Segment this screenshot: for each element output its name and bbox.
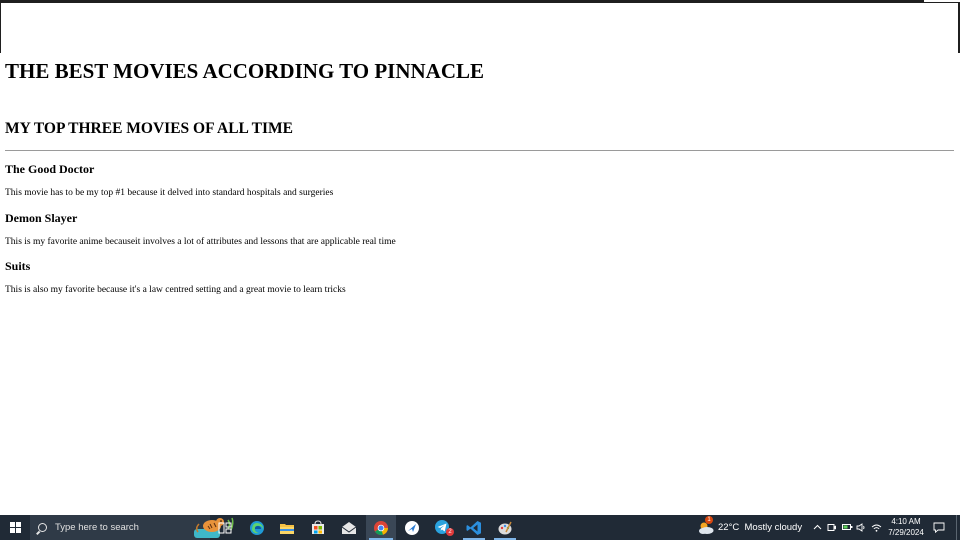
- file-explorer-taskbar-button[interactable]: [273, 515, 301, 540]
- task-view-button[interactable]: [211, 515, 239, 540]
- horizontal-rule: [5, 150, 954, 151]
- page-subtitle: MY TOP THREE MOVIES OF ALL TIME: [5, 120, 293, 137]
- movie-description-3: This is also my favorite because it's a …: [5, 285, 346, 295]
- window-corner-border: [924, 2, 960, 3]
- edge-icon: [250, 520, 264, 535]
- search-placeholder: Type here to search: [55, 522, 139, 533]
- vscode-taskbar-button[interactable]: [460, 515, 488, 540]
- clock-time: 4:10 AM: [891, 517, 921, 526]
- file-explorer-icon: [280, 523, 294, 534]
- clock-date: 7/29/2024: [888, 528, 924, 537]
- feather-app-taskbar-button[interactable]: [398, 515, 426, 540]
- taskbar: Type here to search 2 1 22°C Mostly clou…: [0, 515, 960, 540]
- weather-condition: Mostly cloudy: [744, 522, 803, 533]
- start-button[interactable]: [0, 515, 30, 540]
- vscode-icon: [466, 520, 481, 535]
- window-top-border: [0, 0, 924, 3]
- microsoft-store-icon: [312, 519, 324, 534]
- chevron-up-icon: [813, 524, 821, 530]
- mail-icon: [341, 521, 357, 534]
- volume-tray-button[interactable]: [855, 521, 867, 533]
- paint-icon: [498, 521, 512, 534]
- weather-widget-button[interactable]: 1: [694, 515, 718, 540]
- paint-taskbar-button[interactable]: [491, 515, 519, 540]
- telegram-unread-badge: 2: [446, 528, 454, 536]
- taskbar-search-box[interactable]: Type here to search: [30, 515, 234, 540]
- network-tray-button[interactable]: [870, 521, 882, 533]
- movie-description-2: This is my favorite anime becauseit invo…: [5, 237, 396, 247]
- feather-app-icon: [405, 520, 419, 535]
- task-view-icon: [218, 522, 232, 533]
- taskbar-clock[interactable]: 4:10 AM 7/29/2024: [884, 516, 928, 539]
- search-icon: [38, 523, 47, 532]
- mail-taskbar-button[interactable]: [335, 515, 363, 540]
- chrome-taskbar-button[interactable]: [366, 515, 396, 540]
- meet-now-tray-button[interactable]: [826, 521, 838, 533]
- battery-tray-button[interactable]: [841, 521, 853, 533]
- chrome-icon: [374, 520, 388, 535]
- microsoft-store-taskbar-button[interactable]: [304, 515, 332, 540]
- movie-description-1: This movie has to be my top #1 because i…: [5, 188, 334, 198]
- windows-logo-icon: [9, 522, 21, 533]
- battery-charging-icon: [841, 524, 852, 530]
- action-center-button[interactable]: [933, 521, 945, 533]
- telegram-taskbar-button[interactable]: 2: [429, 515, 457, 540]
- weather-alert-badge: 1: [705, 516, 713, 524]
- movie-title-2: Demon Slayer: [5, 211, 78, 225]
- notification-icon: [933, 522, 945, 533]
- speaker-icon: [856, 522, 864, 532]
- weather-temperature: 22°C: [718, 522, 740, 533]
- show-desktop-button[interactable]: [956, 515, 960, 540]
- device-tray-icon: [827, 523, 836, 531]
- window-left-border: [0, 3, 1, 53]
- movie-title-1: The Good Doctor: [5, 162, 95, 176]
- movie-title-3: Suits: [5, 259, 31, 273]
- weather-summary[interactable]: 22°C Mostly cloudy: [718, 515, 802, 540]
- page-title: THE BEST MOVIES ACCORDING TO PINNACLE: [5, 59, 485, 83]
- show-hidden-icons-button[interactable]: [811, 521, 823, 533]
- wifi-icon: [871, 524, 881, 532]
- edge-taskbar-button[interactable]: [243, 515, 271, 540]
